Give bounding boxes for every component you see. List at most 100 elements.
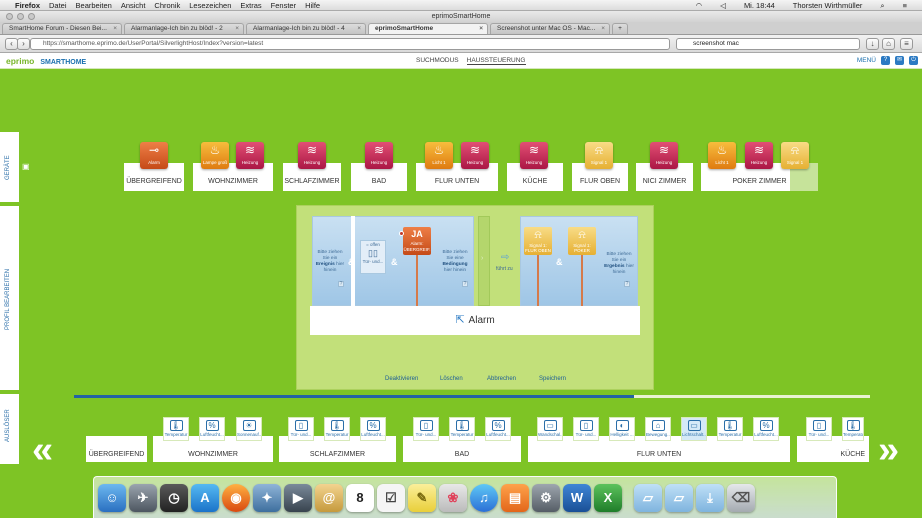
- menu-bearbeiten[interactable]: Bearbeiten: [76, 1, 112, 10]
- help-icon[interactable]: ?: [462, 281, 468, 287]
- finder-icon[interactable]: ☺: [98, 484, 126, 512]
- trigger-room-uebergreifend[interactable]: ÜBERGREIFEND: [86, 436, 147, 462]
- signal-poker-card[interactable]: ⍾ Signal 1: POKER: [568, 227, 596, 255]
- browser-tab[interactable]: Alarmanlage-Ich bin zu blöd! - 4 ×: [246, 23, 366, 34]
- sensor-wandschalter[interactable]: ▭ Wandschal...: [537, 417, 563, 441]
- menu-chronik[interactable]: Chronik: [154, 1, 180, 10]
- itunes-icon[interactable]: ♫: [470, 484, 498, 512]
- browser-tab[interactable]: Alarmanlage-Ich bin zu blöd! - 2 ×: [124, 23, 244, 34]
- scroll-left-button[interactable]: «: [32, 430, 53, 470]
- close-icon[interactable]: ×: [235, 24, 239, 34]
- sensor-tuer[interactable]: ▯ Tür- und...: [413, 417, 439, 441]
- menu-icon[interactable]: ≡: [900, 38, 913, 50]
- device-list-icon[interactable]: ▣: [22, 162, 30, 171]
- browser-tab[interactable]: Screenshot unter Mac OS - Mac... ×: [490, 23, 610, 34]
- device-heizung[interactable]: ≋ Heizung: [298, 142, 326, 169]
- home-icon[interactable]: ⌂: [882, 38, 895, 50]
- volume-icon[interactable]: ◁: [720, 1, 726, 11]
- sensor-temperatur[interactable]: 🌡 Temperatur: [324, 417, 350, 441]
- download-icon[interactable]: ↓: [866, 38, 879, 50]
- launchpad-icon[interactable]: ✈: [129, 484, 157, 512]
- door-sensor-card[interactable]: = offen ▯▯ Tür- und...: [360, 240, 386, 274]
- sidebar-tab-geraete[interactable]: GERÄTE: [0, 132, 19, 202]
- reminders-icon[interactable]: ☑: [377, 484, 405, 512]
- sensor-sonnenaufgang[interactable]: ☀ Sonnenauf...: [236, 417, 262, 441]
- device-alarm[interactable]: ⊸ Alarm: [140, 142, 168, 169]
- device-licht[interactable]: ♨ Licht 1: [425, 142, 453, 169]
- help-icon[interactable]: ?: [338, 281, 344, 287]
- minimize-window-button[interactable]: [17, 13, 24, 20]
- sensor-tuer[interactable]: ▯ Tür- und...: [806, 417, 832, 441]
- menu-hilfe[interactable]: Hilfe: [305, 1, 320, 10]
- trash-icon[interactable]: ⌫: [727, 484, 755, 512]
- photos-icon[interactable]: ❀: [439, 484, 467, 512]
- notes-icon[interactable]: ✎: [408, 484, 436, 512]
- sidebar-tab-profil[interactable]: PROFIL BEARBEITEN: [0, 206, 19, 390]
- sidebar-tab-ausloeser[interactable]: AUSLÖSER: [0, 394, 19, 464]
- sensor-temperatur[interactable]: 🌡 Temperatur: [449, 417, 475, 441]
- folder-icon[interactable]: ▱: [634, 484, 662, 512]
- spotlight-icon[interactable]: ⌕: [880, 1, 884, 11]
- device-lampe-gross[interactable]: ♨ Lampe groß: [201, 142, 229, 169]
- mail-icon[interactable]: ✉: [895, 56, 904, 65]
- help-icon[interactable]: ?: [624, 281, 630, 287]
- browser-tab[interactable]: SmartHome Forum - Diesen Bei... ×: [2, 23, 122, 34]
- sensor-temperatur[interactable]: 🌡 Temperatur: [717, 417, 743, 441]
- sensor-tuer[interactable]: ▯ Tür- und...: [573, 417, 599, 441]
- preview-icon[interactable]: ✦: [253, 484, 281, 512]
- sensor-temperatur[interactable]: 🌡 Temperatur: [842, 417, 864, 441]
- nav-haussteuerung[interactable]: HAUSSTEUERUNG: [466, 57, 526, 65]
- firefox-icon[interactable]: ◉: [222, 484, 250, 512]
- device-heizung[interactable]: ≋ Heizung: [365, 142, 393, 169]
- device-heizung[interactable]: ≋ Heizung: [461, 142, 489, 169]
- device-signal[interactable]: ⍾ Signal 1: [585, 142, 613, 169]
- close-window-button[interactable]: [6, 13, 13, 20]
- menu-datei[interactable]: Datei: [49, 1, 67, 10]
- scroll-right-button[interactable]: »: [878, 430, 899, 470]
- device-heizung[interactable]: ≋ Heizung: [745, 142, 773, 169]
- sensor-luftfeuchte[interactable]: % Luftfeucht...: [360, 417, 386, 441]
- sensor-luftfeuchte[interactable]: % Luftfeucht...: [753, 417, 779, 441]
- sensor-bewegung[interactable]: ⌂ Bewegung...: [645, 417, 671, 441]
- profile-name-bar[interactable]: ⇱ Alarm: [310, 306, 640, 335]
- ibooks-icon[interactable]: ▤: [501, 484, 529, 512]
- device-heizung[interactable]: ≋ Heizung: [520, 142, 548, 169]
- system-preferences-icon[interactable]: ⚙: [532, 484, 560, 512]
- new-tab-button[interactable]: +: [612, 23, 628, 34]
- word-icon[interactable]: W: [563, 484, 591, 512]
- menu-fenster[interactable]: Fenster: [271, 1, 296, 10]
- logout-icon[interactable]: ⏻: [909, 56, 918, 65]
- device-heizung[interactable]: ≋ Heizung: [236, 142, 264, 169]
- sensor-lichtschalter[interactable]: ▭ Lichtschalt...: [681, 417, 707, 441]
- mail-icon[interactable]: @: [315, 484, 343, 512]
- device-licht[interactable]: ♨ Licht 1: [708, 142, 736, 169]
- nav-suchmodus[interactable]: SUCHMODUS: [416, 57, 459, 65]
- user-name[interactable]: Thorsten Wirthmüller: [793, 1, 863, 11]
- wifi-icon[interactable]: ◠: [696, 1, 703, 11]
- signal-flur-card[interactable]: ⍾ Signal 1: FLUR OBEN: [524, 227, 552, 255]
- sensor-tuer[interactable]: ▯ Tür- und...: [288, 417, 314, 441]
- close-icon[interactable]: ×: [479, 24, 483, 34]
- menu-link[interactable]: MENÜ: [857, 57, 876, 64]
- calendar-icon[interactable]: 8: [346, 484, 374, 512]
- device-signal[interactable]: ⍾ Signal 1: [781, 142, 809, 169]
- notification-icon[interactable]: ≡: [903, 1, 907, 11]
- device-heizung[interactable]: ≋ Heizung: [650, 142, 678, 169]
- app-store-icon[interactable]: A: [191, 484, 219, 512]
- excel-icon[interactable]: X: [594, 484, 622, 512]
- delete-button[interactable]: Löschen: [440, 376, 463, 382]
- close-icon[interactable]: ×: [113, 24, 117, 34]
- remove-icon[interactable]: [399, 231, 404, 236]
- documents-folder-icon[interactable]: ▱: [665, 484, 693, 512]
- deactivate-button[interactable]: Deaktivieren: [385, 376, 418, 382]
- eprimo-logo[interactable]: eprimo SMARTHOME: [6, 56, 86, 66]
- sensor-helligkeit[interactable]: ◐ Helligkeit ...: [609, 417, 635, 441]
- menu-lesezeichen[interactable]: Lesezeichen: [189, 1, 231, 10]
- save-button[interactable]: Speichern: [539, 376, 566, 382]
- sensor-temperatur[interactable]: 🌡 Temperatur: [163, 417, 189, 441]
- facetime-icon[interactable]: ▶: [284, 484, 312, 512]
- search-input[interactable]: screenshot mac: [676, 38, 860, 50]
- help-icon[interactable]: ?: [881, 56, 890, 65]
- alarm-condition-card[interactable]: JA Alarm: ÜBERGREIF.: [403, 227, 431, 255]
- menu-app-name[interactable]: Firefox: [15, 1, 40, 10]
